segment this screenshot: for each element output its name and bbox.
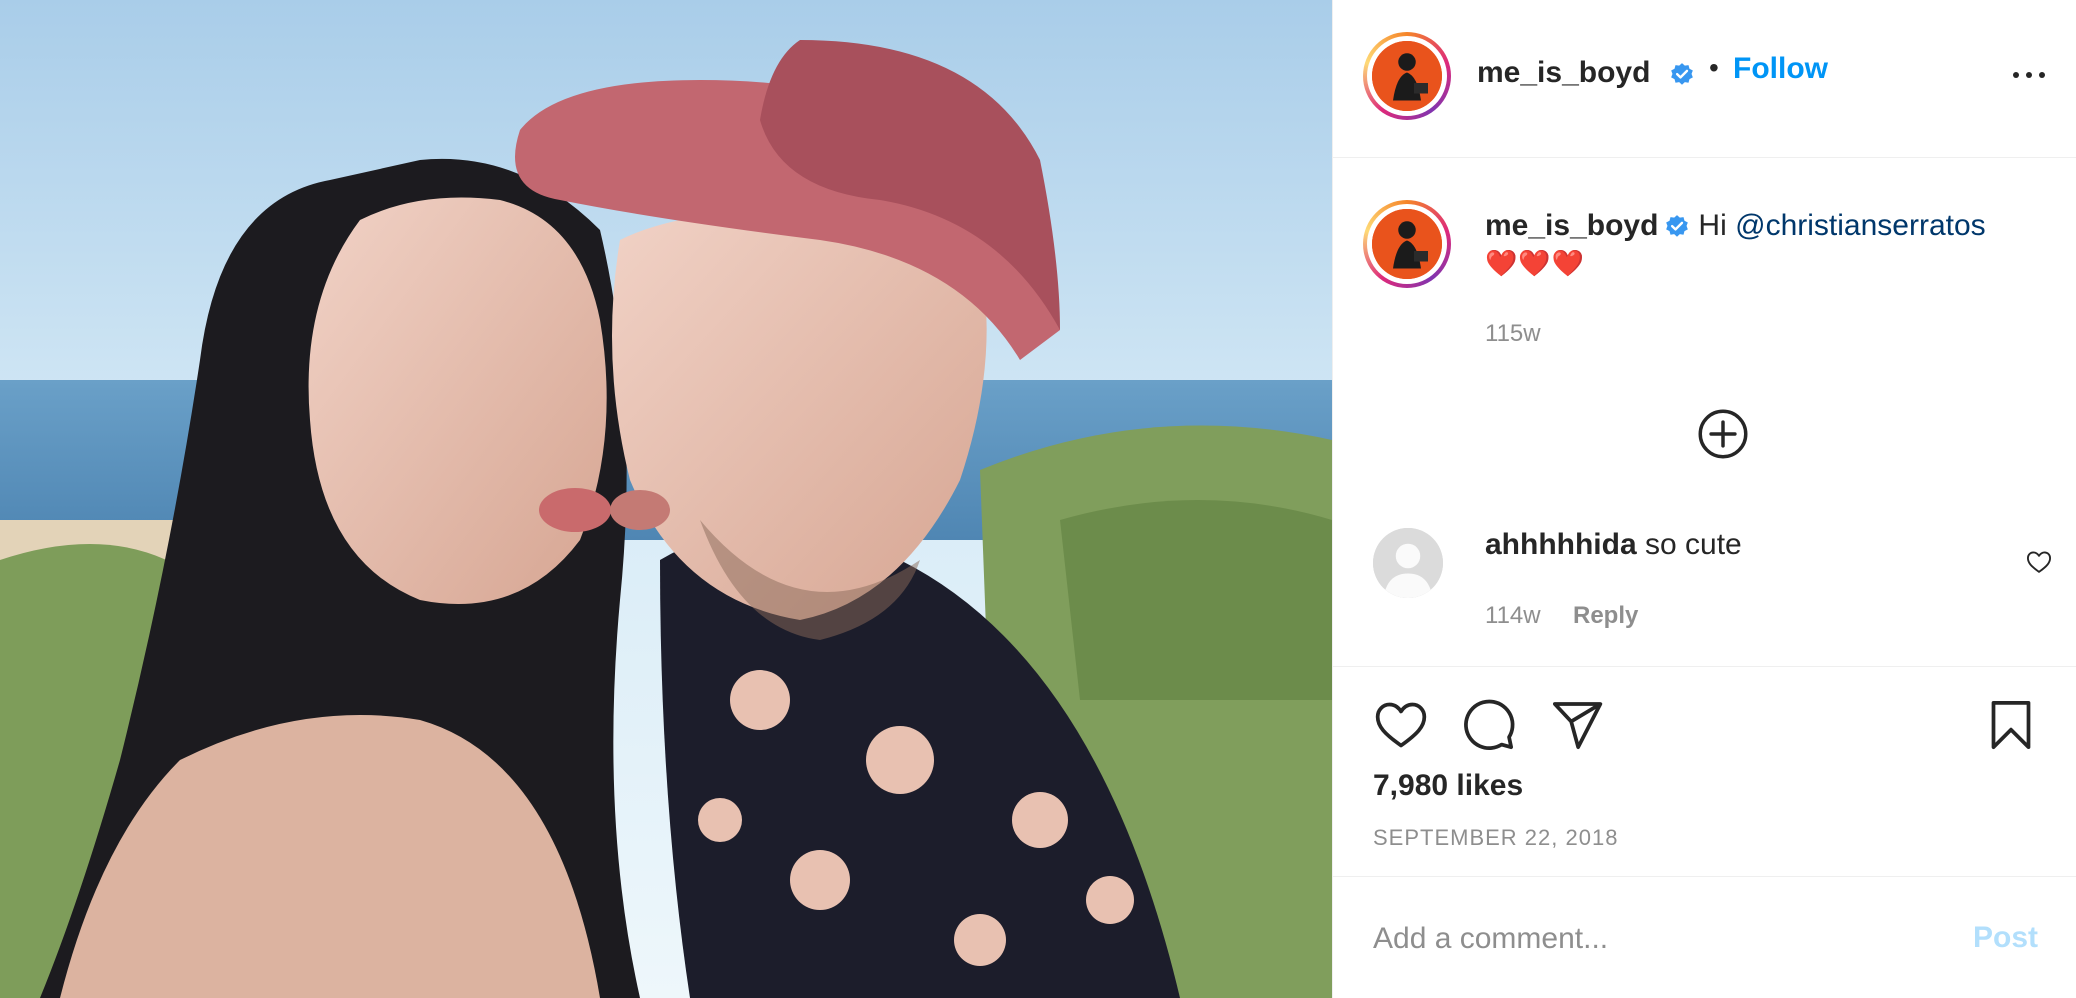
verified-badge-icon (1666, 215, 1689, 237)
commenter-avatar[interactable] (1373, 528, 1443, 598)
reply-button[interactable]: Reply (1573, 602, 1638, 630)
post-header: me_is_boyd • Follow (1333, 0, 2076, 158)
caption-greeting: Hi (1698, 209, 1727, 242)
plus-circle-icon[interactable] (1697, 408, 1749, 460)
paper-plane-icon[interactable] (1549, 697, 1605, 753)
comment-timestamp[interactable]: 114w (1485, 602, 1541, 630)
caption-mention-link[interactable]: @christianserratos (1735, 209, 1986, 242)
post-caption: me_is_boyd Hi @christianserratos (1485, 206, 2045, 246)
comment-bubble-icon[interactable] (1461, 697, 1517, 753)
post-actions: 7,980 likes SEPTEMBER 22, 2018 (1333, 666, 2076, 876)
comment-input[interactable] (1373, 911, 1933, 967)
photo-illustration (0, 0, 1332, 998)
post-photo[interactable] (0, 0, 1332, 998)
post-date[interactable]: SEPTEMBER 22, 2018 (1373, 825, 1618, 851)
comment-text: so cute (1645, 528, 1742, 561)
comment-like-heart-icon[interactable] (2025, 548, 2053, 576)
default-avatar-icon (1373, 528, 1443, 598)
likes-count[interactable]: 7,980 likes (1373, 769, 1523, 803)
more-options-icon[interactable] (2009, 62, 2049, 86)
header-separator: • (1709, 52, 1719, 83)
caption-username[interactable]: me_is_boyd (1485, 209, 1658, 242)
heart-icon[interactable] (1373, 697, 1429, 753)
author-username[interactable]: me_is_boyd (1477, 56, 1650, 90)
verified-badge-icon (1671, 63, 1693, 85)
post-side-panel: me_is_boyd • Follow me_is_boyd Hi @chris… (1332, 0, 2076, 998)
bookmark-icon[interactable] (1983, 697, 2039, 753)
avatar-picture (1372, 209, 1442, 279)
comment-username[interactable]: ahhhhhida (1485, 528, 1637, 561)
comment-body: ahhhhhida so cute (1485, 528, 1742, 562)
avatar-picture (1372, 41, 1442, 111)
author-avatar[interactable] (1363, 32, 1451, 120)
comment-composer: Post (1333, 876, 2076, 998)
caption-timestamp[interactable]: 115w (1485, 320, 1541, 348)
post-comment-button[interactable]: Post (1973, 921, 2038, 955)
follow-button[interactable]: Follow (1733, 52, 1828, 86)
caption-emoji: ❤️❤️❤️ (1485, 248, 1586, 278)
caption-author-avatar[interactable] (1363, 200, 1451, 288)
